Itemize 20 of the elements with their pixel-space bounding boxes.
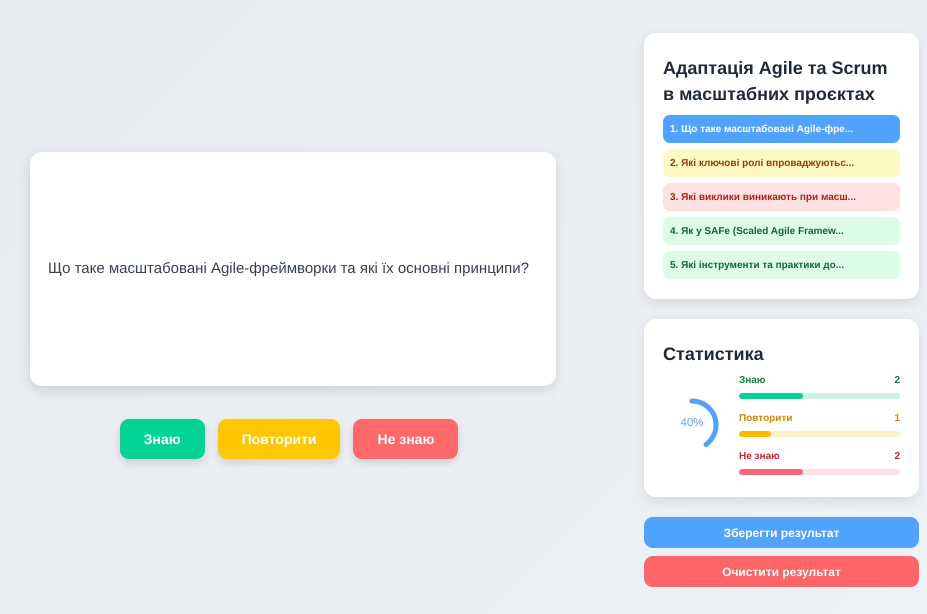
progress-percent: 40% — [679, 417, 705, 429]
clear-button[interactable]: Очистити результат — [644, 556, 919, 587]
question-item[interactable]: 3. Які виклики виникають при масш... — [663, 183, 900, 211]
answer-button[interactable]: Повторити — [218, 418, 340, 458]
answer-button[interactable]: Знаю — [120, 418, 205, 458]
question-item[interactable]: 4. Як у SAFe (Scaled Agile Framew... — [663, 217, 900, 245]
stat-label: Знаю — [739, 375, 766, 386]
save-button[interactable]: Зберегти результат — [644, 517, 919, 548]
question-item[interactable]: 2. Які ключові ролі впроваджуютьс... — [663, 149, 900, 177]
stat-label: Не знаю — [739, 451, 780, 462]
stat-count: 2 — [894, 375, 900, 386]
question-item[interactable]: 1. Що таке масштабовані Agile-фре... — [663, 115, 900, 143]
statistics-title: Статистика — [663, 343, 765, 366]
stat-count: 2 — [894, 451, 900, 462]
question-item[interactable]: 5. Які інструменти та практики до... — [663, 251, 900, 279]
stat-count: 1 — [894, 413, 900, 424]
stat-label: Повторити — [739, 413, 792, 424]
question-text: Що таке масштабовані Agile-фреймворки та які їх основні принципи? — [48, 259, 530, 279]
answer-button[interactable]: Не знаю — [353, 418, 458, 458]
topic-title: Адаптація Agile та Scrum в масштабних проєктах — [663, 57, 889, 106]
